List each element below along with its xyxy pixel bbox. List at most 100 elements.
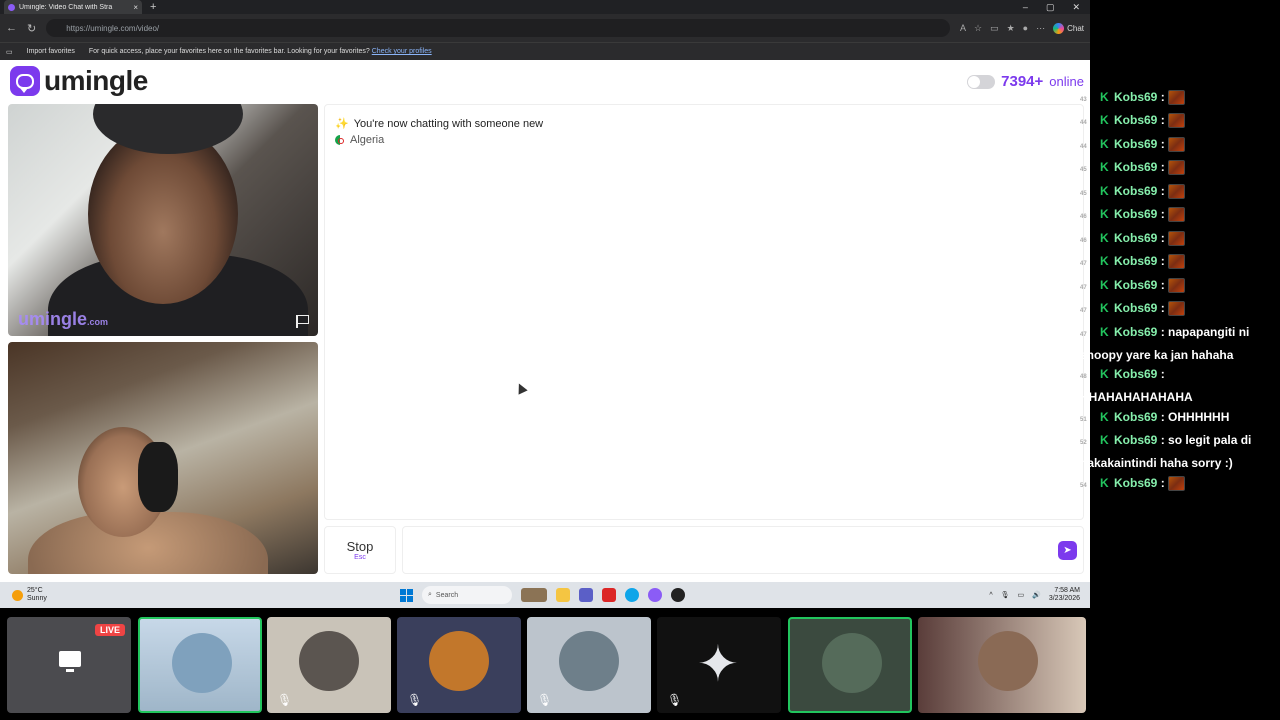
report-flag-icon[interactable] bbox=[296, 315, 310, 328]
participant-tile-2[interactable] bbox=[138, 617, 262, 713]
favorites-bar: ▭ Import favorites For quick access, pla… bbox=[0, 42, 1090, 60]
close-window-icon[interactable]: ✕ bbox=[1072, 2, 1080, 13]
sun-icon bbox=[12, 589, 23, 601]
chat-line: 45 K Kobs69 : bbox=[1080, 157, 1280, 180]
obs-icon[interactable] bbox=[671, 588, 685, 602]
red-app-icon[interactable] bbox=[602, 588, 616, 602]
stop-shortcut: Esc bbox=[354, 554, 366, 561]
emote-icon bbox=[1168, 113, 1186, 129]
message-input[interactable]: ➤ bbox=[402, 526, 1084, 574]
participant-tile-4[interactable]: 🎙 bbox=[397, 617, 521, 713]
import-favorites-button[interactable]: Import favorites bbox=[27, 48, 75, 55]
widget-app-icon[interactable] bbox=[521, 588, 547, 602]
umingle-logo[interactable]: umingle bbox=[10, 65, 148, 97]
tab-title: Umingle: Video Chat with Stra bbox=[19, 3, 113, 11]
stop-label: Stop bbox=[346, 539, 374, 554]
maximize-icon[interactable]: ▢ bbox=[1046, 2, 1055, 13]
participant-tile-8[interactable] bbox=[918, 617, 1086, 713]
mouse-cursor-icon bbox=[514, 381, 528, 395]
favorites-bar-toggle-icon[interactable]: ▭ bbox=[6, 48, 13, 56]
profile-icon[interactable]: ● bbox=[1023, 23, 1028, 33]
stop-button[interactable]: Stop Esc bbox=[324, 526, 396, 574]
stranger-video: umingle.com bbox=[8, 104, 318, 336]
chat-line: 44 K Kobs69 : bbox=[1080, 110, 1280, 133]
favorites-icon[interactable]: ★ bbox=[1007, 23, 1015, 34]
browser-tab[interactable]: Umingle: Video Chat with Stra × bbox=[4, 0, 142, 14]
send-button[interactable]: ➤ bbox=[1058, 541, 1077, 560]
system-message: ✨ You're now chatting with someone new A… bbox=[335, 117, 543, 146]
clock[interactable]: 7:58 AM 3/23/2026 bbox=[1049, 587, 1080, 603]
participant-tile-7[interactable] bbox=[788, 617, 912, 713]
umingle-app-icon[interactable] bbox=[648, 588, 662, 602]
emote-icon bbox=[1168, 184, 1186, 200]
windows-taskbar: 25°C Sunny ⌕ Search ^ 🎙 ▭ 🔊 7:58 AM 3/23… bbox=[0, 582, 1090, 608]
chat-bubble-icon bbox=[10, 66, 40, 96]
avatar bbox=[822, 633, 882, 693]
k-badge-icon: K bbox=[1100, 410, 1109, 424]
sparkle-avatar-icon: ✦ bbox=[697, 636, 739, 692]
avatar bbox=[172, 633, 232, 693]
clock-date: 3/23/2026 bbox=[1048, 595, 1080, 602]
temperature: 25°C bbox=[27, 587, 43, 594]
live-badge: LIVE bbox=[94, 624, 125, 636]
system-tray: ^ 🎙 ▭ 🔊 7:58 AM 3/23/2026 bbox=[989, 587, 1080, 603]
chat-line: 46 K Kobs69 : bbox=[1080, 228, 1280, 251]
k-badge-icon: K bbox=[1100, 184, 1109, 198]
network-icon[interactable]: ▭ bbox=[1018, 591, 1025, 599]
more-icon[interactable]: ⋯ bbox=[1036, 23, 1045, 34]
mic-muted-icon: 🎙 bbox=[537, 693, 553, 707]
emote-icon bbox=[1168, 207, 1186, 223]
minimize-icon[interactable]: – bbox=[1023, 2, 1028, 13]
copilot-chat-button[interactable]: Chat bbox=[1053, 22, 1084, 34]
volume-icon[interactable]: 🔊 bbox=[1032, 591, 1041, 599]
participant-tile-6[interactable]: ✦ 🎙 bbox=[657, 617, 781, 713]
read-aloud-icon[interactable]: A bbox=[960, 23, 966, 33]
windows-start-icon[interactable] bbox=[400, 588, 413, 602]
online-indicator: 7394+ online bbox=[967, 73, 1084, 90]
theme-toggle[interactable] bbox=[967, 74, 996, 89]
participant-tile-5[interactable]: 🎙 bbox=[527, 617, 651, 713]
sparkle-icon: ✨ bbox=[335, 118, 349, 130]
url-field[interactable]: https://umingle.com/video/ bbox=[46, 19, 950, 37]
algeria-flag-icon bbox=[335, 135, 345, 145]
file-explorer-icon[interactable] bbox=[556, 588, 570, 602]
taskbar-search[interactable]: ⌕ Search bbox=[422, 586, 512, 604]
weather-widget[interactable]: 25°C Sunny bbox=[0, 587, 47, 603]
refresh-icon[interactable]: ↻ bbox=[27, 22, 36, 35]
online-label: online bbox=[1049, 74, 1084, 89]
chat-label: Chat bbox=[1067, 23, 1084, 33]
back-icon[interactable]: ← bbox=[6, 22, 17, 34]
mic-muted-icon: 🎙 bbox=[407, 693, 423, 707]
emote-icon bbox=[1168, 90, 1186, 106]
chat-line: 44 K Kobs69 : bbox=[1080, 134, 1280, 157]
mic-muted-icon: 🎙 bbox=[277, 693, 293, 707]
microphone-icon[interactable]: 🎙 bbox=[1001, 591, 1010, 599]
k-badge-icon: K bbox=[1100, 301, 1109, 315]
split-screen-icon[interactable]: ▭ bbox=[990, 23, 999, 34]
emote-icon bbox=[1168, 160, 1186, 176]
chat-line: 47 K Kobs69 : napapangiti ni snoopy yare k… bbox=[1080, 322, 1280, 365]
chat-line: 47 K Kobs69 : bbox=[1080, 275, 1280, 298]
close-tab-icon[interactable]: × bbox=[133, 3, 138, 12]
online-count: 7394+ bbox=[1001, 73, 1044, 90]
chat-line: 52 K Kobs69 : so legit pala di nakakaintin… bbox=[1080, 430, 1280, 473]
avatar bbox=[978, 631, 1038, 691]
k-badge-icon: K bbox=[1100, 367, 1109, 381]
k-badge-icon: K bbox=[1100, 254, 1109, 268]
new-tab-button[interactable]: + bbox=[150, 1, 156, 13]
favorite-star-icon[interactable]: ☆ bbox=[974, 23, 982, 34]
emote-icon bbox=[1168, 254, 1186, 270]
participant-tile-screen[interactable]: LIVE bbox=[7, 617, 131, 713]
k-badge-icon: K bbox=[1100, 90, 1109, 104]
check-profiles-link[interactable]: Check your profiles bbox=[372, 48, 432, 55]
edge-icon[interactable] bbox=[625, 588, 639, 602]
emote-icon bbox=[1168, 278, 1186, 294]
chat-status: You're now chatting with someone new bbox=[353, 117, 544, 130]
k-badge-icon: K bbox=[1100, 113, 1109, 127]
umingle-page: umingle 7394+ online umingle.com ✨ You'r… bbox=[0, 60, 1090, 582]
screen-share-icon bbox=[59, 651, 81, 672]
search-icon: ⌕ bbox=[428, 591, 432, 598]
tray-chevron-icon[interactable]: ^ bbox=[989, 592, 992, 599]
teams-icon[interactable] bbox=[579, 588, 593, 602]
participant-tile-3[interactable]: 🎙 bbox=[267, 617, 391, 713]
